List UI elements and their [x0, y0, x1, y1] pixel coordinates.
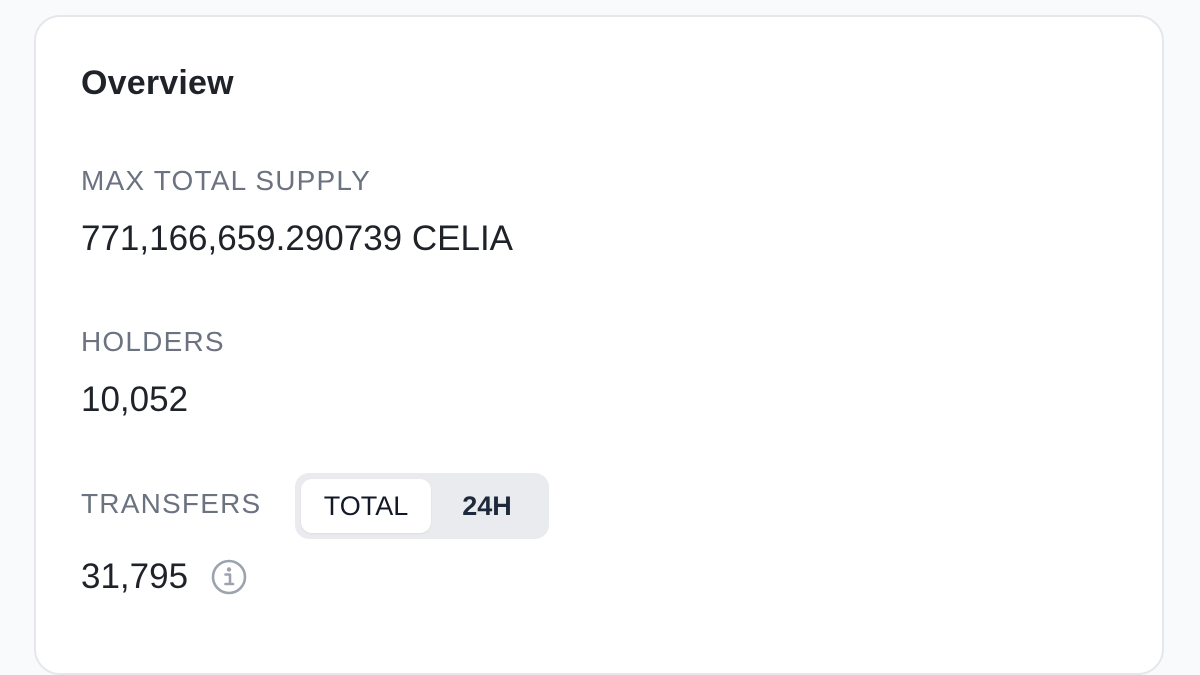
max-total-supply-label: MAX TOTAL SUPPLY	[81, 165, 371, 196]
overview-title: Overview	[81, 64, 234, 102]
info-icon[interactable]	[210, 558, 248, 596]
max-total-supply-value: 771,166,659.290739 CELIA	[81, 219, 514, 258]
overview-card: Overview MAX TOTAL SUPPLY 771,166,659.29…	[34, 15, 1164, 675]
transfers-label: TRANSFERS	[81, 488, 262, 519]
transfers-value: 31,795	[81, 557, 189, 596]
transfers-period-toggle: TOTAL 24H	[295, 473, 549, 539]
toggle-total-button[interactable]: TOTAL	[301, 479, 431, 533]
holders-value: 10,052	[81, 380, 189, 419]
holders-label: HOLDERS	[81, 326, 225, 357]
toggle-24h-button[interactable]: 24H	[431, 479, 543, 533]
